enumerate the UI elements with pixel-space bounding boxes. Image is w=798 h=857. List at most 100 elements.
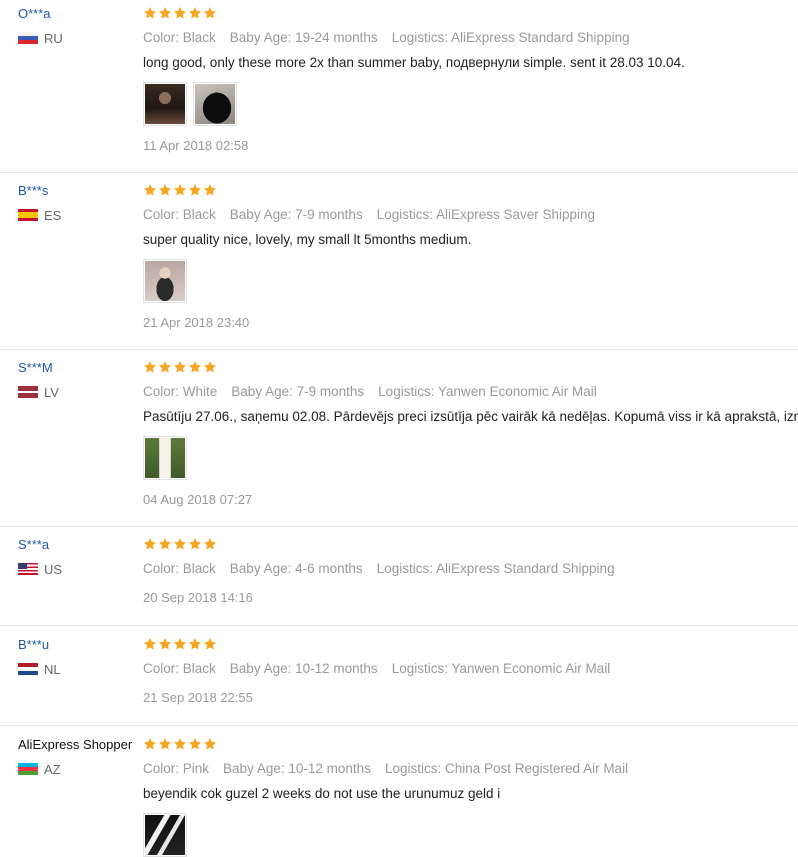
photo-baby [145,261,185,301]
order-info-key: Baby Age: [229,561,292,576]
reviewer-name[interactable]: AliExpress Shopper [18,737,142,753]
star-rating [143,183,798,199]
review-photo-thumbnail[interactable] [143,813,187,857]
reviewer-country: ES [18,208,142,223]
order-info-value: 10-12 months [295,661,378,676]
review-item: S***M LV Color: White Baby Age: 7-9 months L… [0,360,798,527]
order-info-value: Black [182,561,216,576]
review-date: 21 Sep 2018 22:55 [143,690,253,705]
order-info-value: Yanwen Economic Air Mail [451,661,611,676]
order-info: Color: Black Baby Age: 10-12 months Logist… [143,661,798,677]
country-code: US [44,561,63,577]
order-info: Color: Black Baby Age: 4-6 months Logistic… [143,561,798,577]
review-photos [143,813,798,857]
order-info-key: Logistics: [391,30,448,45]
review-date: 20 Sep 2018 14:16 [143,590,253,605]
star-icon [173,183,187,199]
review-content: Color: Pink Baby Age: 10-12 months Logisti… [143,737,798,857]
review-item: AliExpress Shopper AZ Color: Pink Baby Age:… [0,737,798,857]
order-info-value: Black [182,661,216,676]
review-photo-thumbnail[interactable] [143,436,187,480]
reviewer-name[interactable]: B***s [18,183,142,199]
order-info-key: Baby Age: [229,30,292,45]
star-icon [143,737,157,753]
order-info-key: Baby Age: [229,207,292,222]
order-info-value: Black [182,207,216,222]
order-info-value: 7-9 months [295,207,363,222]
star-icon [158,537,172,553]
review-text: Pasūtīju 27.06., saņemu 02.08. Pārdevējs… [143,409,798,424]
reviewer-name[interactable]: S***a [18,537,142,553]
order-info: Color: Black Baby Age: 7-9 months Logistic… [143,207,798,223]
photo-black [195,84,235,124]
star-rating [143,537,798,553]
order-info-value: 10-12 months [288,761,371,776]
reviewer-country: US [18,561,142,577]
review-date: 21 Apr 2018 23:40 [143,315,250,330]
order-info-key: Logistics: [376,207,433,222]
star-rating [143,637,798,653]
order-info-value: 4-6 months [295,561,363,576]
star-icon [188,360,202,376]
review-content: Color: Black Baby Age: 10-12 months Logist… [143,637,798,706]
star-icon [143,183,157,199]
star-rating [143,6,798,22]
latvia-flag-icon [18,386,38,398]
star-icon [173,637,187,653]
order-info-key: Logistics: [376,561,433,576]
photo-dark-brown [145,84,185,124]
star-icon [143,6,157,22]
star-icon [188,183,202,199]
star-icon [143,637,157,653]
review-date: 04 Aug 2018 07:27 [143,492,253,507]
order-info-value: AliExpress Standard Shipping [435,561,615,576]
photo-black-white [145,815,185,855]
order-info-value: China Post Registered Air Mail [444,761,629,776]
country-code: LV [44,384,59,400]
star-rating [143,360,798,376]
star-icon [158,183,172,199]
order-info-key: Color: [143,561,180,576]
review-photo-thumbnail[interactable] [193,82,237,126]
reviewer-info: B***u NL [18,637,142,677]
star-icon [203,737,217,753]
reviewer-country: NL [18,662,142,677]
star-icon [203,183,217,199]
reviewer-info: AliExpress Shopper AZ [18,737,142,777]
star-rating [143,737,798,753]
reviewer-info: S***M LV [18,360,142,400]
star-icon [188,6,202,22]
review-item: S***a US Color: Black Baby Age: 4-6 months L… [0,537,798,626]
star-icon [173,360,187,376]
reviewer-name[interactable]: B***u [18,637,142,653]
review-photo-thumbnail[interactable] [143,259,187,303]
order-info-value: 19-24 months [295,30,378,45]
review-text: long good, only these more 2x than summe… [143,55,685,70]
star-icon [158,637,172,653]
order-info-value: Yanwen Economic Air Mail [437,384,597,399]
order-info: Color: Pink Baby Age: 10-12 months Logisti… [143,761,798,777]
star-icon [203,360,217,376]
order-info-key: Color: [143,661,180,676]
star-icon [203,637,217,653]
star-icon [173,6,187,22]
reviewer-name[interactable]: S***M [18,360,142,376]
order-info-value: 7-9 months [296,384,365,399]
star-icon [188,737,202,753]
order-info-key: Logistics: [384,761,442,776]
order-info-value: Black [182,30,216,45]
order-info-value: White [182,384,218,399]
photo-white [145,438,185,478]
review-item: O***a RU Color: Black Baby Age: 19-24 month… [0,6,798,173]
review-text: beyendik cok guzel 2 weeks do not use th… [143,786,501,801]
order-info-key: Color: [143,761,180,776]
review-photo-thumbnail[interactable] [143,82,187,126]
star-icon [203,6,217,22]
reviewer-name[interactable]: O***a [18,6,142,22]
review-item: B***u NL Color: Black Baby Age: 10-12 month… [0,637,798,726]
order-info-value: Pink [182,761,210,776]
reviewer-country: LV [18,384,142,400]
star-icon [158,360,172,376]
netherlands-flag-icon [18,663,38,675]
reviewer-info: B***s ES [18,183,142,223]
